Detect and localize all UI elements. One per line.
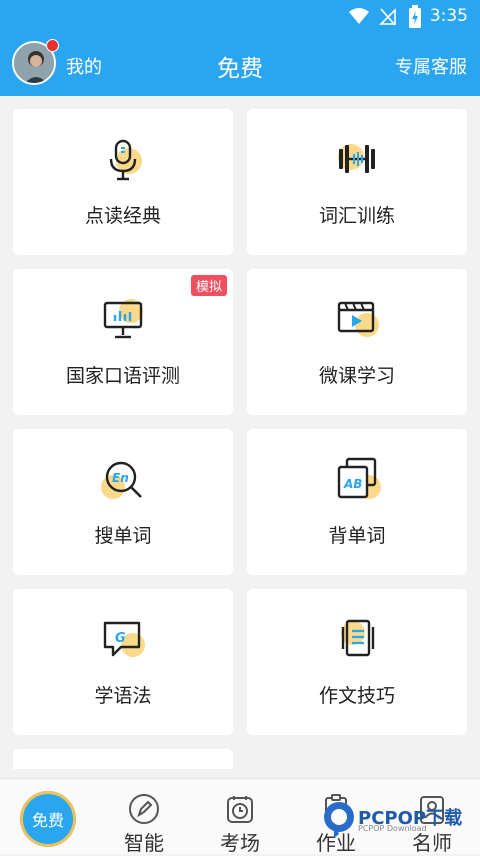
nav-free[interactable]: 免费 bbox=[0, 779, 96, 854]
card-partial[interactable] bbox=[13, 749, 233, 769]
card-label: 微课学习 bbox=[318, 365, 395, 387]
card-learn-grammar[interactable]: G 学语法 bbox=[13, 589, 233, 735]
pcpop-logo-icon bbox=[324, 802, 354, 838]
card-micro-lessons[interactable]: 微课学习 bbox=[247, 269, 467, 415]
search-en-icon: En bbox=[101, 461, 142, 499]
card-label: 国家口语评测 bbox=[65, 365, 180, 387]
flashcards-icon: AB bbox=[337, 457, 381, 499]
mock-badge: 模拟 bbox=[190, 275, 227, 296]
card-label: 背单词 bbox=[328, 525, 386, 547]
video-player-icon bbox=[337, 301, 379, 337]
card-memorize-words[interactable]: AB 背单词 bbox=[247, 429, 467, 575]
nav-smart-label: 智能 bbox=[124, 831, 164, 855]
app-header: 我的 免费 专属客服 bbox=[0, 34, 480, 96]
nav-exam-label: 考场 bbox=[220, 831, 260, 855]
card-reading-classics[interactable]: 点读经典 bbox=[13, 109, 233, 255]
battery-charging-icon bbox=[409, 5, 421, 28]
card-label: 学语法 bbox=[94, 685, 152, 707]
nav-exam[interactable]: 考场 bbox=[192, 779, 288, 855]
microphone-icon bbox=[109, 139, 142, 181]
card-label: 词汇训练 bbox=[318, 205, 395, 227]
essay-document-icon bbox=[341, 619, 375, 657]
card-vocabulary-training[interactable]: 词汇训练 bbox=[247, 109, 467, 255]
card-label: 作文技巧 bbox=[318, 685, 395, 707]
nav-smart[interactable]: 智能 bbox=[96, 779, 192, 855]
wifi-icon bbox=[349, 8, 369, 24]
grammar-chat-icon: G bbox=[103, 621, 145, 657]
dumbbell-icon bbox=[338, 144, 375, 173]
no-signal-icon bbox=[379, 8, 396, 26]
status-bar: 3:35 bbox=[0, 0, 480, 34]
card-writing-skills[interactable]: 作文技巧 bbox=[247, 589, 467, 735]
customer-service-link[interactable]: 专属客服 bbox=[395, 53, 467, 79]
pcpop-watermark: PCPOP下载 PCPOP Download bbox=[322, 800, 472, 840]
svg-text:G: G bbox=[115, 631, 126, 646]
status-time: 3:35 bbox=[429, 6, 468, 26]
card-label: 点读经典 bbox=[84, 205, 161, 227]
card-label: 搜单词 bbox=[94, 525, 152, 547]
pen-icon bbox=[129, 794, 159, 824]
clock-icon bbox=[227, 796, 253, 823]
svg-text:AB: AB bbox=[343, 477, 362, 491]
card-oral-assessment[interactable]: 模拟 国家口语评测 bbox=[13, 269, 233, 415]
watermark-subtext: PCPOP Download bbox=[358, 824, 427, 833]
presentation-chart-icon bbox=[103, 299, 143, 339]
nav-free-label: 免费 bbox=[20, 791, 76, 847]
svg-text:En: En bbox=[112, 471, 129, 485]
card-search-words[interactable]: En 搜单词 bbox=[13, 429, 233, 575]
